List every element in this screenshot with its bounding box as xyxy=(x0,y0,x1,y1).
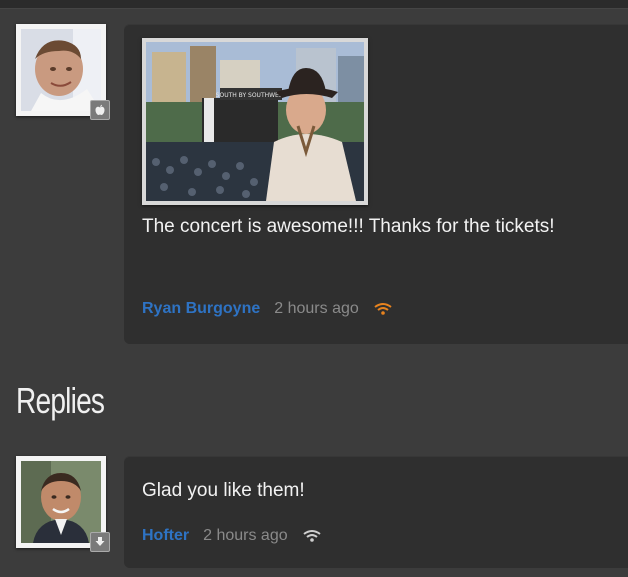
post-author-avatar[interactable] xyxy=(16,24,110,120)
banner-text: SOUTH BY SOUTHWEST xyxy=(216,92,287,99)
post-text: The concert is awesome!!! Thanks for the… xyxy=(142,216,555,237)
reply-text: Glad you like them! xyxy=(142,480,305,501)
post-photo[interactable]: SOUTH BY SOUTHWEST xyxy=(142,38,368,205)
concert-photo: SOUTH BY SOUTHWEST xyxy=(146,42,364,201)
reply-author-avatar[interactable] xyxy=(16,456,110,552)
post-meta: Ryan Burgoyne 2 hours ago xyxy=(142,300,393,318)
download-icon xyxy=(90,532,110,552)
post-author-photo xyxy=(21,29,101,111)
reply-card xyxy=(124,456,628,568)
reply-meta: Hofter 2 hours ago xyxy=(142,527,322,545)
replies-heading: Replies xyxy=(16,380,105,421)
reply-timestamp: 2 hours ago xyxy=(203,527,288,544)
wifi-signal-icon xyxy=(374,303,392,315)
reply-author-link[interactable]: Hofter xyxy=(142,527,189,545)
wifi-signal-icon xyxy=(303,530,321,542)
reply-author-photo xyxy=(21,461,101,543)
post-author-link[interactable]: Ryan Burgoyne xyxy=(142,300,260,318)
apple-icon xyxy=(90,100,110,120)
top-bar xyxy=(0,0,628,9)
post-timestamp: 2 hours ago xyxy=(274,300,359,317)
